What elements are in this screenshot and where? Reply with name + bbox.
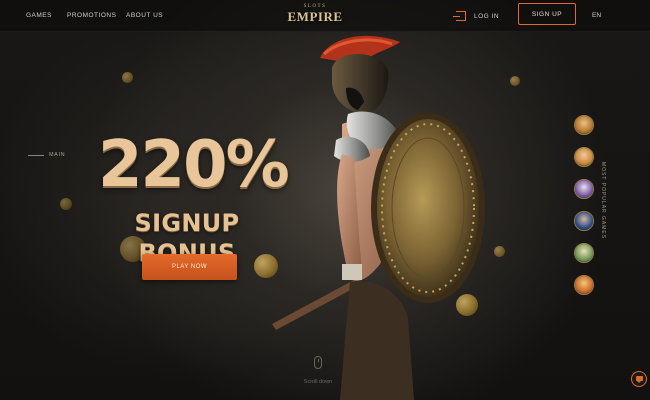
language-selector[interactable]: EN (592, 12, 601, 19)
section-indicator-label: MAIN (49, 152, 66, 158)
game-thumb-face (575, 212, 593, 230)
chat-icon[interactable] (631, 371, 647, 387)
site-logo[interactable]: SLOTS EMPIRE (287, 4, 343, 25)
top-navigation: GAMES PROMOTIONS ABOUT US SLOTS EMPIRE L… (0, 0, 650, 32)
scroll-down-hint[interactable]: Scroll down (298, 356, 338, 385)
coin-decoration (122, 72, 133, 83)
login-button[interactable]: LOG IN (453, 8, 500, 24)
section-indicator[interactable]: MAIN (28, 152, 65, 158)
coin-decoration (494, 246, 505, 257)
game-thumb-icon[interactable] (574, 243, 594, 263)
scroll-down-label: Scroll down (303, 379, 333, 385)
most-popular-games-label: MOST POPULAR GAMES (600, 162, 606, 240)
nav-link-games[interactable]: GAMES (26, 12, 52, 19)
nav-link-about[interactable]: ABOUT US (126, 12, 163, 19)
game-thumb-icon[interactable] (574, 179, 594, 199)
coin-decoration (510, 76, 520, 86)
game-thumb-face (575, 276, 593, 294)
play-now-button[interactable]: PLAY NOW (142, 254, 237, 280)
game-thumb-face (575, 180, 593, 198)
spartan-warrior-illustration (272, 35, 485, 400)
logo-title: EMPIRE (287, 9, 343, 24)
game-thumb-face (575, 244, 593, 262)
signup-button[interactable]: SIGN UP (518, 3, 576, 25)
game-thumb-face (575, 116, 593, 134)
bonus-percent: 220% (98, 128, 290, 202)
game-thumb-face (575, 148, 593, 166)
game-thumb-icon[interactable] (574, 211, 594, 231)
mouse-icon (314, 356, 322, 369)
coin-decoration (60, 198, 72, 210)
hero-background: GAMES PROMOTIONS ABOUT US SLOTS EMPIRE L… (0, 0, 650, 400)
nav-link-promotions[interactable]: PROMOTIONS (67, 12, 116, 19)
game-thumb-icon[interactable] (574, 275, 594, 295)
login-icon (453, 11, 466, 21)
game-thumb-icon[interactable] (574, 115, 594, 135)
game-thumb-icon[interactable] (574, 147, 594, 167)
login-label: LOG IN (474, 12, 500, 20)
indicator-line (28, 154, 44, 156)
